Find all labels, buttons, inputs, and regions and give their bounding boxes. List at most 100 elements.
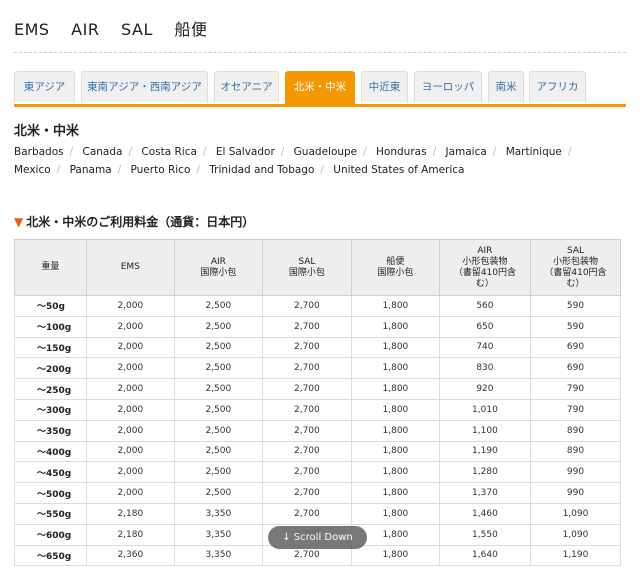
column-header-line: AIR xyxy=(210,256,226,267)
weight-cell: 〜250g xyxy=(14,378,87,400)
column-header-line: 国際小包 xyxy=(288,267,325,278)
price-cell: 2,500 xyxy=(173,378,263,400)
column-header: AIR 国際小包 xyxy=(173,239,263,296)
price-cell: 2,000 xyxy=(85,440,175,463)
country-link[interactable]: Panama xyxy=(70,164,112,176)
price-cell: 1,800 xyxy=(350,336,440,359)
price-cell: 2,700 xyxy=(261,419,352,442)
country-link[interactable]: El Salvador xyxy=(216,146,275,158)
price-cell: 2,500 xyxy=(173,295,263,317)
column-header-line: EMS xyxy=(120,262,140,272)
weight-cell: 〜150g xyxy=(14,336,87,359)
country-separator: / xyxy=(69,146,74,158)
price-cell: 650 xyxy=(438,315,531,338)
country-separator: / xyxy=(202,146,207,158)
scroll-down-button[interactable]: ↓ Scroll Down xyxy=(268,526,367,549)
tab-middle-east[interactable]: 中近東 xyxy=(361,71,408,102)
price-cell: 2,000 xyxy=(85,336,175,359)
price-cell: 1,800 xyxy=(350,357,440,380)
country-link[interactable]: Trinidad and Tobago xyxy=(209,164,314,176)
price-cell: 2,000 xyxy=(85,357,175,380)
tab-south-america[interactable]: 南米 xyxy=(488,71,524,102)
tab-oceania[interactable]: オセアニア xyxy=(214,71,279,102)
price-cell: 2,700 xyxy=(261,357,352,380)
price-cell: 2,700 xyxy=(261,398,352,421)
table-row: 〜150g 2,000 2,500 2,700 1,800 740 690 xyxy=(14,336,622,359)
column-header-line: 国際小包 xyxy=(377,267,414,278)
rate-table: 重量 EMS AIR 国際小包 SAL 国際小包 船便 国際小包 AIR 小形包装物 （書留410円… xyxy=(14,239,622,567)
triangle-marker-icon: ▼ xyxy=(14,215,24,229)
price-cell: 2,700 xyxy=(261,295,352,317)
price-cell: 1,460 xyxy=(438,502,531,525)
price-cell: 1,010 xyxy=(438,398,531,421)
price-cell: 2,000 xyxy=(85,482,175,504)
price-cell: 2,500 xyxy=(173,336,263,359)
country-separator: / xyxy=(363,146,367,158)
price-cell: 2,000 xyxy=(85,398,175,421)
price-cell: 830 xyxy=(438,357,531,380)
column-header: 重量 xyxy=(14,239,87,296)
weight-cell: 〜350g xyxy=(14,419,87,442)
price-cell: 990 xyxy=(529,482,622,504)
country-link[interactable]: Puerto Rico xyxy=(131,164,191,176)
price-cell: 2,700 xyxy=(261,336,352,359)
rate-title-text: 北米・中米のご利用料金（通貨：日本円） xyxy=(26,215,255,229)
price-cell: 2,500 xyxy=(173,461,263,484)
price-cell: 2,700 xyxy=(261,502,352,525)
country-link[interactable]: Guadeloupe xyxy=(294,146,357,158)
weight-cell: 〜550g xyxy=(14,502,87,525)
price-cell: 2,500 xyxy=(173,419,263,442)
tab-north-central-america[interactable]: 北米・中米 xyxy=(285,71,355,104)
country-link[interactable]: Costa Rica xyxy=(141,146,197,158)
region-tabs: 東アジア 東南アジア・西南アジア オセアニア 北米・中米 中近東 ヨーロッパ 南… xyxy=(14,71,626,107)
column-header-line: SAL xyxy=(566,245,584,256)
country-link[interactable]: Honduras xyxy=(376,146,427,158)
country-link[interactable]: Jamaica xyxy=(445,146,486,158)
country-link[interactable]: United States of America xyxy=(333,164,464,176)
table-row: 〜400g 2,000 2,500 2,700 1,800 1,190 890 xyxy=(14,440,622,463)
country-link[interactable]: Barbados xyxy=(14,146,64,158)
rate-section-title: ▼ 北米・中米のご利用料金（通貨：日本円） xyxy=(14,213,254,230)
price-cell: 2,500 xyxy=(173,315,263,338)
price-cell: 2,180 xyxy=(85,502,175,525)
table-row: 〜100g 2,000 2,500 2,700 1,800 650 590 xyxy=(14,315,622,338)
tab-southeast-southwest-asia[interactable]: 東南アジア・西南アジア xyxy=(81,71,208,102)
price-cell: 2,700 xyxy=(261,378,352,400)
price-cell: 1,640 xyxy=(438,544,531,567)
weight-cell: 〜300g xyxy=(14,398,87,421)
price-cell: 2,500 xyxy=(173,482,263,504)
price-cell: 2,700 xyxy=(261,440,352,463)
price-cell: 2,700 xyxy=(261,482,352,504)
price-cell: 1,280 xyxy=(438,461,531,484)
table-row: 〜250g 2,000 2,500 2,700 1,800 920 790 xyxy=(14,378,622,400)
tab-europe[interactable]: ヨーロッパ xyxy=(414,71,482,102)
column-header-line: 小形包装物 xyxy=(462,256,508,267)
country-link[interactable]: Mexico xyxy=(14,164,51,176)
price-cell: 1,100 xyxy=(438,419,531,442)
price-cell: 690 xyxy=(529,357,622,380)
tab-africa[interactable]: アフリカ xyxy=(529,71,586,102)
price-cell: 1,800 xyxy=(350,315,440,338)
price-cell: 1,800 xyxy=(350,295,440,317)
price-cell: 790 xyxy=(529,398,622,421)
column-header: EMS xyxy=(85,239,175,296)
price-cell: 2,500 xyxy=(173,357,263,380)
service-sea: 船便 xyxy=(174,20,208,39)
column-header-line: 重量 xyxy=(41,262,60,272)
service-ems: EMS xyxy=(14,20,50,39)
table-row: 〜300g 2,000 2,500 2,700 1,800 1,010 790 xyxy=(14,398,622,421)
country-link[interactable]: Canada xyxy=(83,146,123,158)
weight-cell: 〜100g xyxy=(14,315,87,338)
column-header-line: SAL xyxy=(298,256,316,267)
country-link[interactable]: Martinique xyxy=(506,146,562,158)
weight-cell: 〜500g xyxy=(14,482,87,504)
price-cell: 1,370 xyxy=(438,482,531,504)
tab-east-asia[interactable]: 東アジア xyxy=(14,71,75,102)
price-cell: 1,800 xyxy=(350,419,440,442)
table-row: 〜50g 2,000 2,500 2,700 1,800 560 590 xyxy=(14,295,622,317)
price-cell: 1,090 xyxy=(529,523,622,546)
price-cell: 2,500 xyxy=(173,440,263,463)
price-cell: 3,350 xyxy=(173,502,263,525)
table-row: 〜200g 2,000 2,500 2,700 1,800 830 690 xyxy=(14,357,622,380)
price-cell: 2,700 xyxy=(261,315,352,338)
